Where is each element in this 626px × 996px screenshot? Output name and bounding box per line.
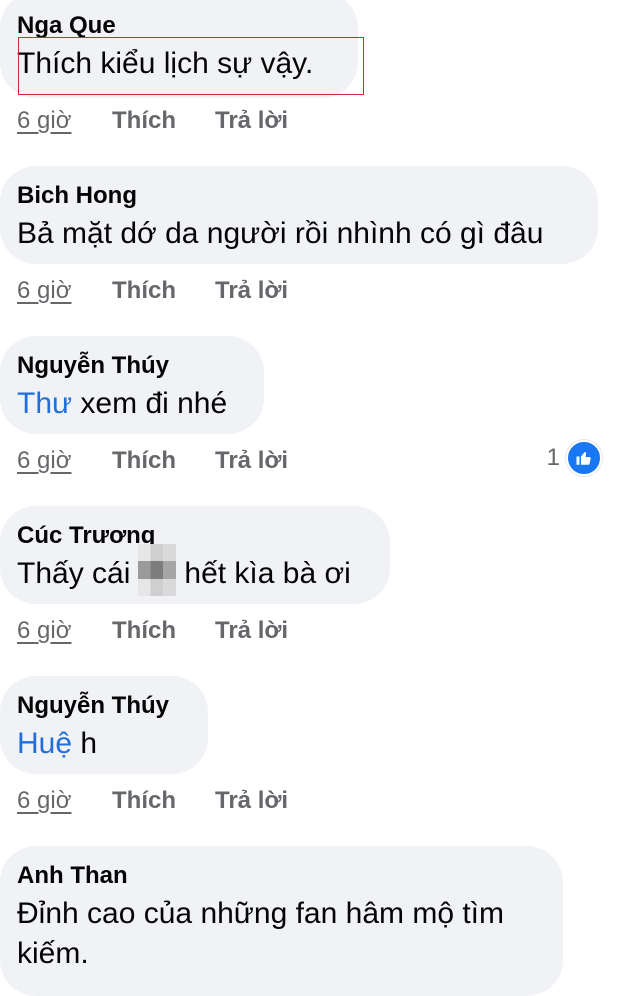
mention-link[interactable]: Huệ bbox=[17, 727, 72, 760]
comment-author[interactable]: Nguyễn Thúy bbox=[17, 692, 169, 720]
comment-timestamp[interactable]: 6 giờ bbox=[17, 787, 71, 815]
reply-button[interactable]: Trả lời bbox=[215, 277, 288, 305]
comment-text-line-2: kiếm. bbox=[17, 937, 89, 970]
like-button[interactable]: Thích bbox=[112, 107, 176, 135]
comment-text: Huệ h bbox=[17, 724, 97, 764]
comment-timestamp[interactable]: 6 giờ bbox=[17, 107, 71, 135]
thumbs-up-icon bbox=[576, 452, 591, 465]
like-icon bbox=[566, 440, 602, 476]
highlight-annotation-box bbox=[18, 37, 364, 95]
comment-text-after: hết kìa bà ơi bbox=[184, 557, 351, 590]
comment-author[interactable]: Cúc Trương bbox=[17, 522, 155, 550]
mention-link[interactable]: Thư bbox=[17, 387, 72, 420]
comment-author[interactable]: Anh Than bbox=[17, 862, 128, 890]
reply-button[interactable]: Trả lời bbox=[215, 617, 288, 645]
like-button[interactable]: Thích bbox=[112, 447, 176, 475]
comment-text: Bả mặt dớ da người rồi nhình có gì đâu bbox=[17, 217, 544, 250]
reply-button[interactable]: Trả lời bbox=[215, 447, 288, 475]
comment-text: Thấy cái hết kìa bà ơi bbox=[17, 544, 351, 597]
comment-timestamp[interactable]: 6 giờ bbox=[17, 617, 71, 645]
reaction-count: 1 bbox=[546, 444, 560, 471]
comment-author[interactable]: Bich Hong bbox=[17, 182, 137, 210]
comment-timestamp[interactable]: 6 giờ bbox=[17, 447, 71, 475]
censored-pixelated-block bbox=[138, 544, 177, 597]
reaction-summary[interactable]: 1 bbox=[547, 440, 602, 476]
reply-button[interactable]: Trả lời bbox=[215, 107, 288, 135]
comment-timestamp[interactable]: 6 giờ bbox=[17, 277, 71, 305]
like-button[interactable]: Thích bbox=[112, 277, 176, 305]
comment-text-rest: xem đi nhé bbox=[72, 387, 228, 420]
comment-text-line-1: Đỉnh cao của những fan hâm mộ tìm bbox=[17, 897, 505, 930]
comment-text: Thư xem đi nhé bbox=[17, 384, 227, 424]
like-button[interactable]: Thích bbox=[112, 787, 176, 815]
comment-text-before: Thấy cái bbox=[17, 557, 131, 590]
reply-button[interactable]: Trả lời bbox=[215, 787, 288, 815]
like-button[interactable]: Thích bbox=[112, 617, 176, 645]
comment-author[interactable]: Nga Que bbox=[17, 12, 116, 40]
comment-author[interactable]: Nguyễn Thúy bbox=[17, 352, 169, 380]
comment-text-rest: h bbox=[72, 727, 98, 760]
